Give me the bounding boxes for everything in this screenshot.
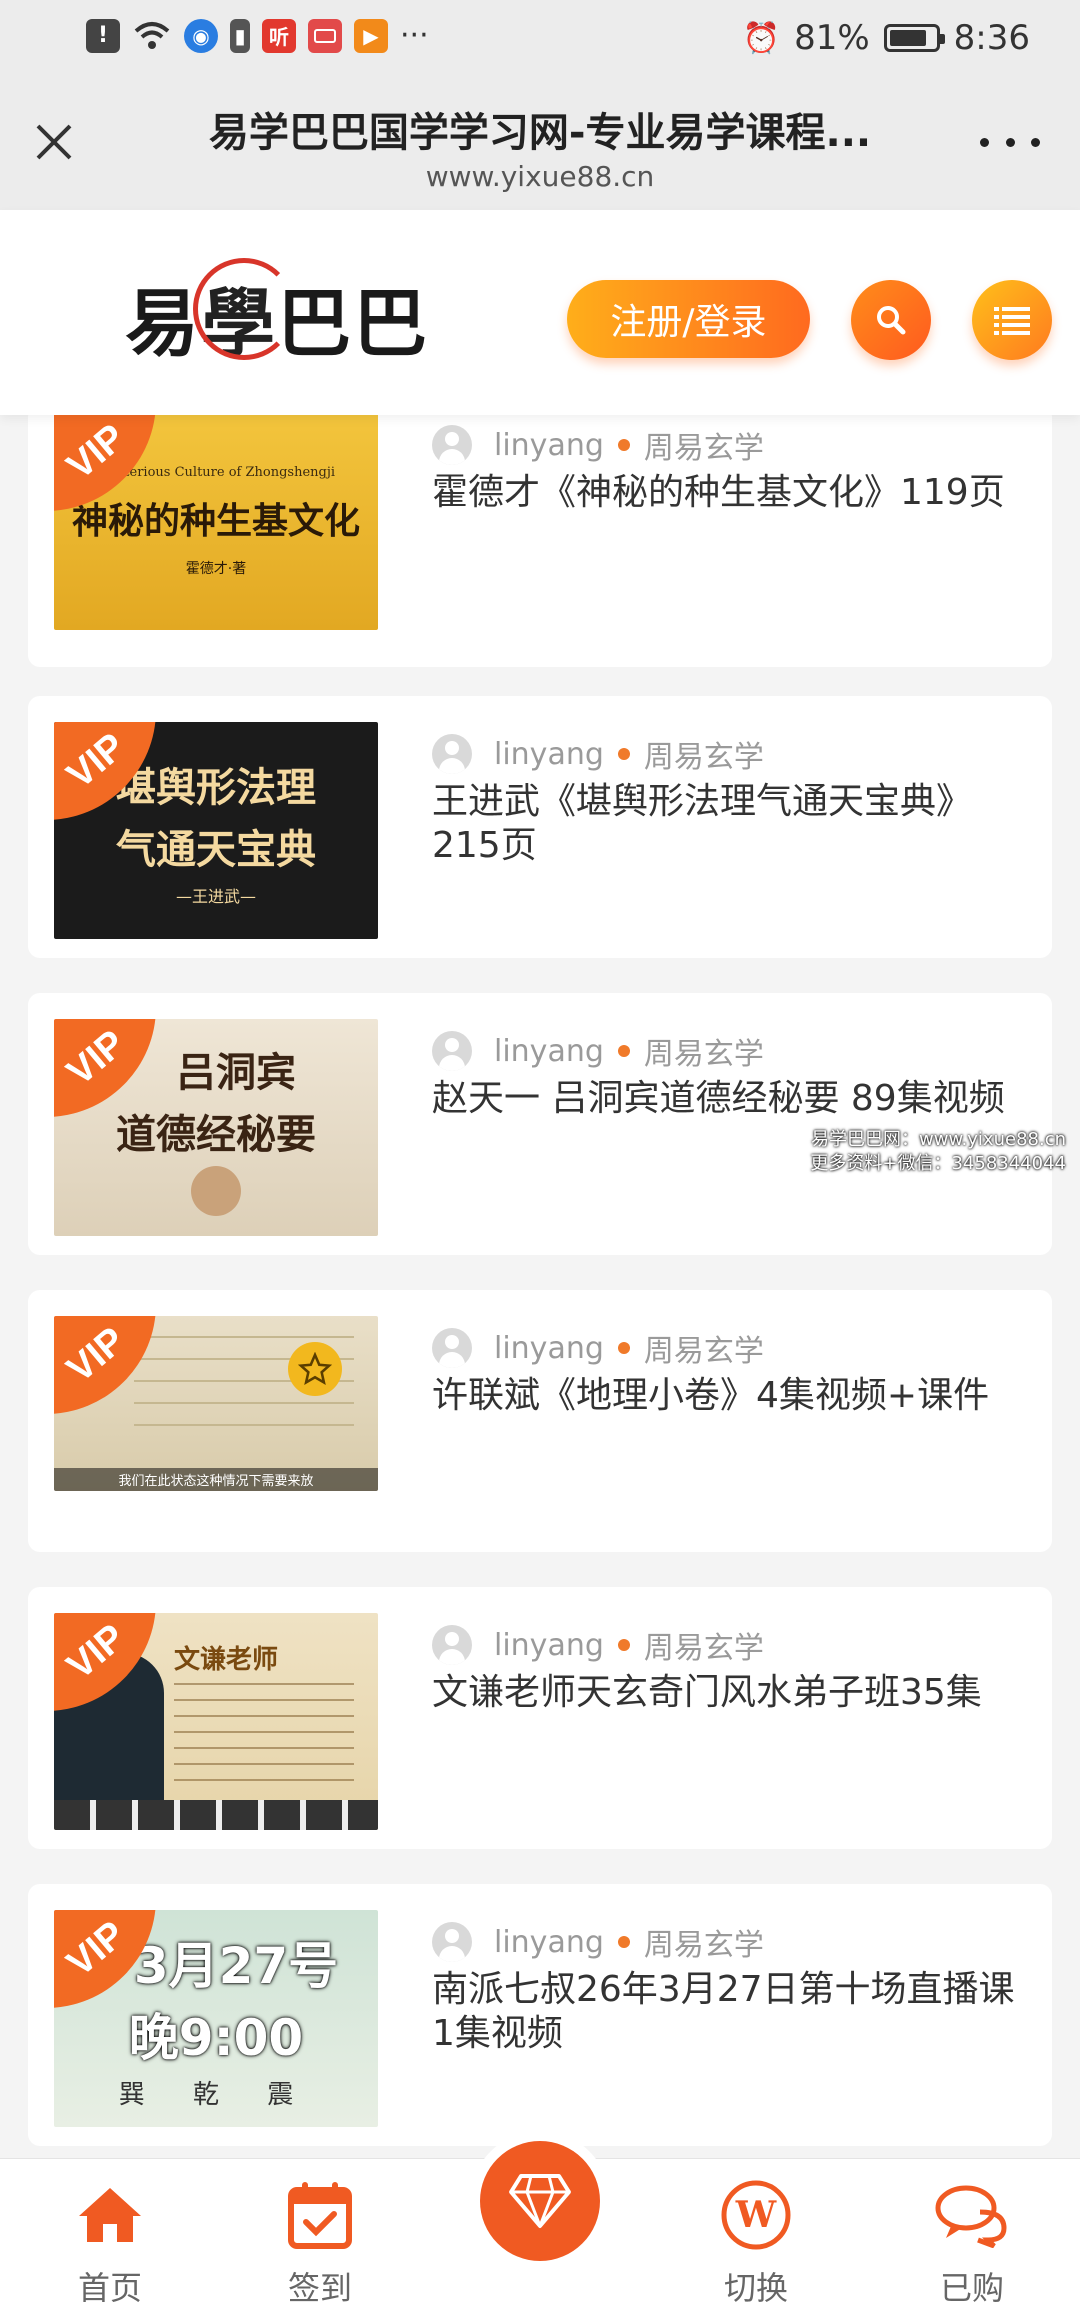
post-thumbnail[interactable]: 吕洞宾 道德经秘要 VIP [54, 1019, 378, 1236]
post-thumbnail[interactable]: Mysterious Culture of Zhongshengji 神秘的种生… [54, 413, 378, 630]
list-icon [994, 307, 1030, 335]
page-title: 易学巴巴国学学习网-专业易学课程... [208, 110, 872, 156]
battery-percent: 81% [794, 18, 870, 58]
category-label[interactable]: 周易玄学 [644, 732, 764, 776]
sim-icon: ▮ [230, 18, 250, 53]
post-thumbnail[interactable]: 3月27号 晚9:00 巽 乾 震 VIP [54, 1910, 378, 2127]
star-icon [288, 1342, 342, 1396]
center-diamond-button[interactable] [480, 2141, 600, 2261]
post-meta: linyang 周易玄学 [432, 423, 764, 467]
post-title[interactable]: 霍德才《神秘的种生基文化》119页 [432, 471, 1032, 515]
status-left: ! ◉ ▮ 听 ▶ ··· [86, 18, 429, 53]
nav-checkin[interactable]: 签到 [240, 2159, 400, 2312]
category-label[interactable]: 周易玄学 [644, 423, 764, 467]
battery-icon [883, 24, 945, 52]
author-name[interactable]: linyang [494, 1925, 604, 1960]
browser-app-icon: ◉ [184, 18, 218, 53]
battery-fill [889, 30, 926, 46]
post-title[interactable]: 赵天一 吕洞宾道德经秘要 89集视频 [432, 1077, 1032, 1121]
chat-bubbles-icon [935, 2185, 1007, 2248]
post-card[interactable]: 吕洞宾 道德经秘要 VIP linyang 周易玄学 赵天一 吕洞宾道德经秘要 … [28, 993, 1052, 1255]
notification-icon: ! [86, 18, 120, 53]
avatar [432, 1328, 472, 1368]
status-right: ⏰ 81% 8:36 [743, 18, 1030, 58]
post-card[interactable]: 堪舆形法理 气通天宝典 —王进武— VIP linyang 周易玄学 王进武《堪… [28, 696, 1052, 958]
post-meta: linyang 周易玄学 [432, 1623, 764, 1667]
post-card[interactable]: Mysterious Culture of Zhongshengji 神秘的种生… [28, 405, 1052, 667]
alarm-icon: ⏰ [742, 20, 781, 56]
home-icon [79, 2188, 141, 2242]
register-login-button[interactable]: 注册/登录 [567, 280, 810, 358]
status-bar: ! ◉ ▮ 听 ▶ ··· ⏰ 81% 8:36 [0, 0, 1080, 82]
browser-title-bar: 易学巴巴国学学习网-专业易学课程... www.yixue88.cn [0, 82, 1080, 210]
nav-switch[interactable]: W 切换 [676, 2159, 836, 2312]
author-name[interactable]: linyang [494, 1034, 604, 1069]
search-button[interactable] [851, 280, 931, 360]
avatar [432, 1922, 472, 1962]
post-title[interactable]: 许联斌《地理小卷》4集视频+课件 [432, 1374, 1032, 1418]
avatar [432, 1031, 472, 1071]
more-notifications: ··· [400, 18, 429, 53]
search-icon [877, 306, 906, 335]
post-meta: linyang 周易玄学 [432, 1326, 764, 1370]
avatar [432, 734, 472, 774]
close-button[interactable] [24, 112, 84, 172]
wordpress-icon: W [721, 2180, 791, 2250]
post-card[interactable]: 文谦老师 VIP linyang 周易玄学 文谦老师天玄奇门风水弟子班35集 [28, 1587, 1052, 1849]
video-app-icon: ▶ [354, 18, 388, 53]
close-icon [36, 124, 72, 160]
post-thumbnail[interactable]: 文谦老师 VIP [54, 1613, 378, 1830]
post-thumbnail[interactable]: 我们在此状态这种情况下需要来放 VIP [54, 1316, 378, 1491]
post-meta: linyang 周易玄学 [432, 1920, 764, 1964]
category-label[interactable]: 周易玄学 [644, 1029, 764, 1073]
category-label[interactable]: 周易玄学 [644, 1920, 764, 1964]
huawei-app-icon [308, 18, 342, 53]
post-title[interactable]: 文谦老师天玄奇门风水弟子班35集 [432, 1671, 1032, 1715]
listen-app-icon: 听 [262, 18, 296, 53]
watermark: 易学巴巴网：www.yixue88.cn 更多资料+微信：3458344044 [810, 1129, 1066, 1174]
avatar [432, 425, 472, 465]
author-name[interactable]: linyang [494, 737, 604, 772]
diamond-icon [509, 2174, 571, 2228]
post-card[interactable]: 我们在此状态这种情况下需要来放 VIP linyang 周易玄学 许联斌《地理小… [28, 1290, 1052, 1552]
site-logo[interactable]: 易 學 巴巴 [125, 257, 429, 372]
post-thumbnail[interactable]: 堪舆形法理 气通天宝典 —王进武— VIP [54, 722, 378, 939]
post-title[interactable]: 王进武《堪舆形法理气通天宝典》215页 [432, 780, 1032, 868]
bottom-nav: 首页 签到 W 切换 已购 [0, 2141, 1080, 2312]
category-label[interactable]: 周易玄学 [644, 1623, 764, 1667]
more-options-button[interactable] [980, 122, 1040, 162]
nav-home[interactable]: 首页 [30, 2159, 190, 2312]
post-card[interactable]: 3月27号 晚9:00 巽 乾 震 VIP linyang 周易玄学 南派七叔2… [28, 1884, 1052, 2146]
app-root: ! ◉ ▮ 听 ▶ ··· ⏰ 81% 8:36 易学巴巴国学学习网-专业易学课… [0, 0, 1080, 2312]
author-name[interactable]: linyang [494, 1628, 604, 1663]
author-name[interactable]: linyang [494, 1331, 604, 1366]
category-label[interactable]: 周易玄学 [644, 1326, 764, 1370]
calendar-check-icon [288, 2182, 352, 2249]
site-header: 易 學 巴巴 注册/登录 [0, 210, 1080, 415]
clock: 8:36 [953, 18, 1030, 58]
svg-text:W: W [735, 2194, 777, 2236]
avatar [432, 1625, 472, 1665]
post-meta: linyang 周易玄学 [432, 1029, 764, 1073]
post-title[interactable]: 南派七叔26年3月27日第十场直播课1集视频 [432, 1968, 1032, 2056]
more-icon [980, 137, 989, 147]
page-url: www.yixue88.cn [425, 160, 655, 193]
nav-purchased[interactable]: 已购 [892, 2159, 1052, 2312]
wifi-icon [134, 21, 170, 49]
menu-button[interactable] [972, 280, 1052, 360]
author-name[interactable]: linyang [494, 428, 604, 463]
post-meta: linyang 周易玄学 [432, 732, 764, 776]
